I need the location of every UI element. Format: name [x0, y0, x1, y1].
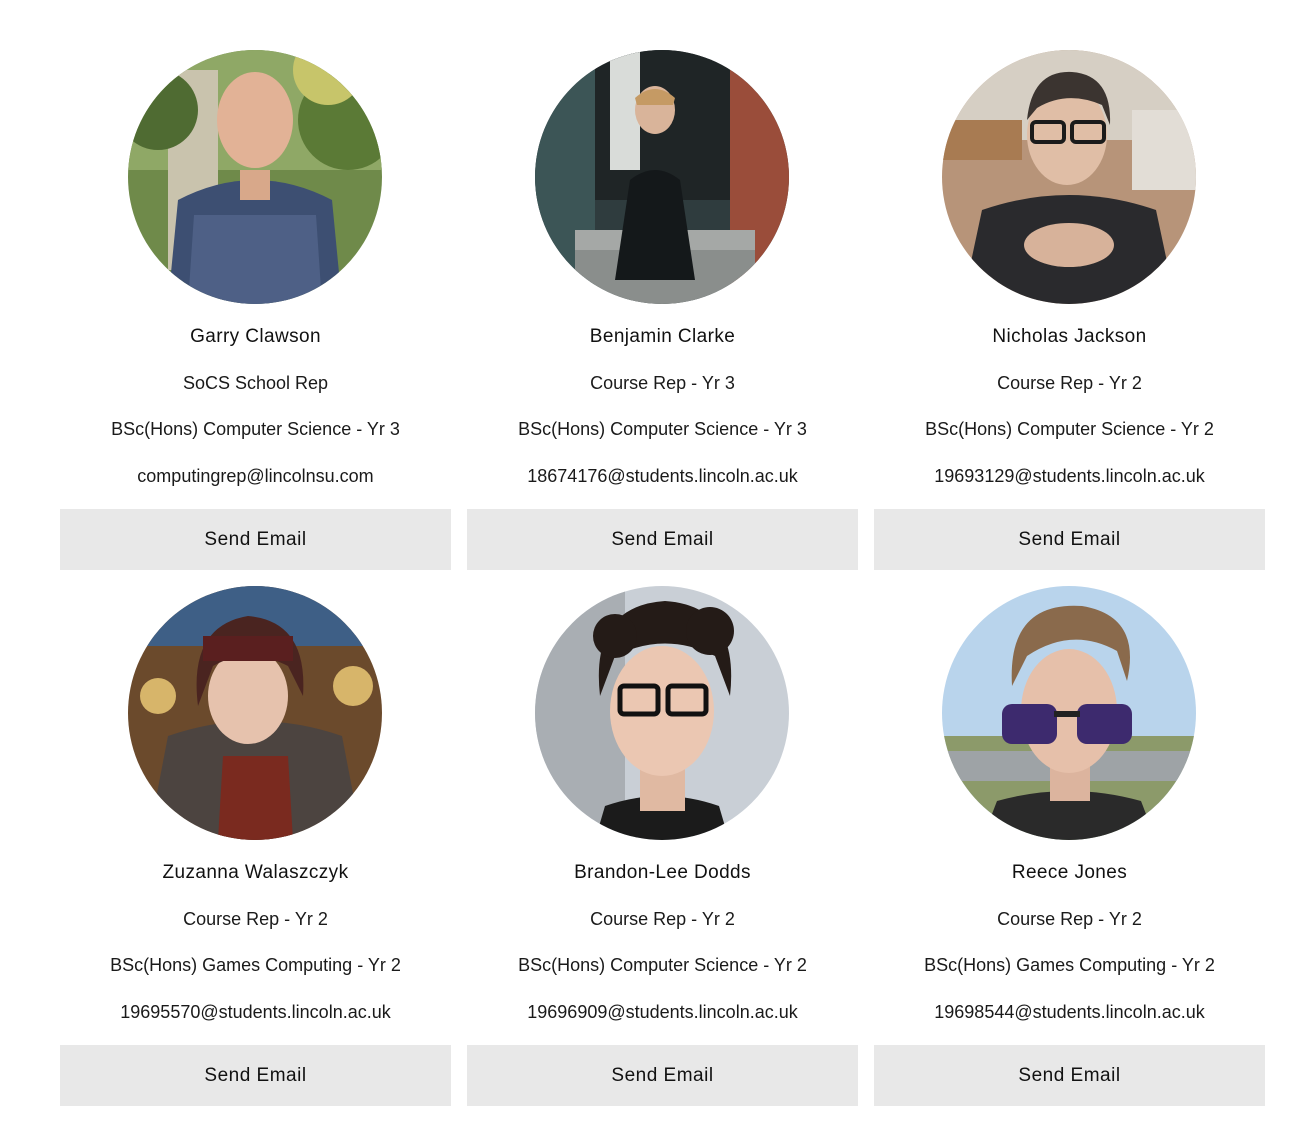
rep-name: Nicholas Jackson [992, 326, 1147, 347]
rep-photo [535, 50, 789, 304]
send-email-button[interactable]: Send Email [60, 1045, 451, 1106]
rep-photo [942, 50, 1196, 304]
rep-photo [128, 50, 382, 304]
rep-email: 19695570@students.lincoln.ac.uk [120, 1002, 391, 1022]
rep-role: SoCS School Rep [182, 373, 329, 393]
rep-email: 19698544@students.lincoln.ac.uk [934, 1002, 1205, 1022]
rep-grid: Garry Clawson SoCS School Rep BSc(Hons) … [60, 50, 1265, 1106]
rep-course: BSc(Hons) Games Computing - Yr 2 [110, 955, 401, 975]
rep-photo [942, 586, 1196, 840]
rep-course: BSc(Hons) Computer Science - Yr 2 [518, 955, 807, 975]
rep-name: Garry Clawson [190, 326, 321, 347]
send-email-button[interactable]: Send Email [60, 509, 451, 570]
rep-card: Garry Clawson SoCS School Rep BSc(Hons) … [60, 50, 451, 570]
rep-course: BSc(Hons) Games Computing - Yr 2 [924, 955, 1215, 975]
rep-name: Brandon-Lee Dodds [574, 862, 751, 883]
rep-role: Course Rep - Yr 2 [997, 909, 1142, 929]
send-email-button[interactable]: Send Email [874, 509, 1265, 570]
rep-email: 19693129@students.lincoln.ac.uk [934, 466, 1205, 486]
rep-name: Zuzanna Walaszczyk [162, 862, 349, 883]
rep-role: Course Rep - Yr 2 [183, 909, 328, 929]
send-email-button[interactable]: Send Email [874, 1045, 1265, 1106]
rep-card: Reece Jones Course Rep - Yr 2 BSc(Hons) … [874, 586, 1265, 1106]
rep-email: computingrep@lincolnsu.com [137, 466, 374, 486]
rep-photo [535, 586, 789, 840]
rep-card: Zuzanna Walaszczyk Course Rep - Yr 2 BSc… [60, 586, 451, 1106]
rep-photo [128, 586, 382, 840]
rep-card: Brandon-Lee Dodds Course Rep - Yr 2 BSc(… [467, 586, 858, 1106]
rep-role: Course Rep - Yr 2 [590, 909, 735, 929]
rep-name: Benjamin Clarke [589, 326, 736, 347]
send-email-button[interactable]: Send Email [467, 1045, 858, 1106]
rep-card: Nicholas Jackson Course Rep - Yr 2 BSc(H… [874, 50, 1265, 570]
rep-course: BSc(Hons) Computer Science - Yr 2 [925, 419, 1214, 439]
send-email-button[interactable]: Send Email [467, 509, 858, 570]
rep-role: Course Rep - Yr 3 [590, 373, 735, 393]
rep-course: BSc(Hons) Computer Science - Yr 3 [111, 419, 400, 439]
rep-email: 18674176@students.lincoln.ac.uk [527, 466, 798, 486]
rep-course: BSc(Hons) Computer Science - Yr 3 [518, 419, 807, 439]
rep-name: Reece Jones [1011, 862, 1128, 883]
rep-email: 19696909@students.lincoln.ac.uk [527, 1002, 798, 1022]
rep-card: Benjamin Clarke Course Rep - Yr 3 BSc(Ho… [467, 50, 858, 570]
rep-role: Course Rep - Yr 2 [997, 373, 1142, 393]
